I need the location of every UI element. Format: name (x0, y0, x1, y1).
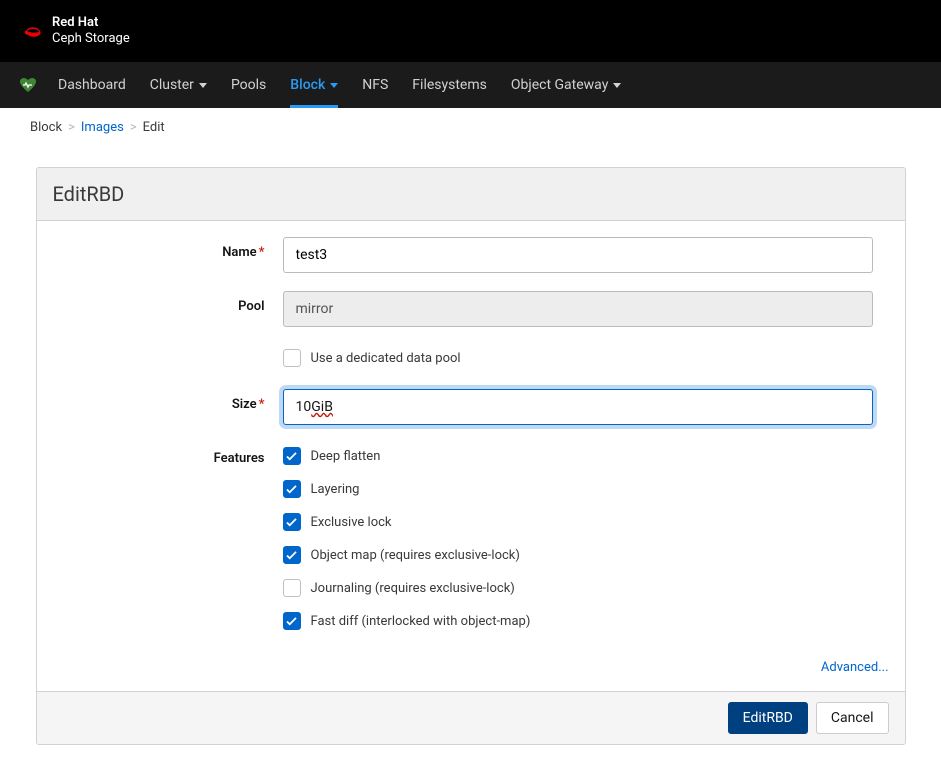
feature-checkbox-5[interactable] (283, 612, 301, 630)
size-label: Size* (53, 389, 283, 412)
pool-label: Pool (53, 291, 283, 314)
nav-item-block[interactable]: Block (278, 62, 350, 108)
size-input[interactable]: 10 GiB (283, 389, 873, 425)
brand-text: Red Hat Ceph Storage (52, 15, 130, 46)
feature-checkbox-4[interactable] (283, 579, 301, 597)
breadcrumb-edit: Edit (143, 120, 165, 135)
panel-title: EditRBD (37, 168, 905, 221)
feature-checkbox-1[interactable] (283, 480, 301, 498)
feature-checkbox-2[interactable] (283, 513, 301, 531)
edit-rbd-panel: EditRBD Name* Pool (36, 167, 906, 745)
nav-item-nfs[interactable]: NFS (350, 62, 400, 108)
main-nav: Dashboard Cluster Pools Block NFS Filesystems… (0, 62, 941, 108)
nav-label: NFS (362, 77, 388, 93)
feature-checkbox-0[interactable] (283, 447, 301, 465)
dedicated-pool-label[interactable]: Use a dedicated data pool (311, 351, 461, 366)
nav-item-cluster[interactable]: Cluster (138, 62, 219, 108)
chevron-down-icon (613, 83, 621, 88)
feature-label-5[interactable]: Fast diff (interlocked with object-map) (311, 614, 531, 629)
panel-body: Name* Pool (37, 221, 905, 691)
feature-label-3[interactable]: Object map (requires exclusive-lock) (311, 548, 520, 563)
nav-label: Block (290, 77, 325, 93)
nav-item-pools[interactable]: Pools (219, 62, 278, 108)
feature-label-4[interactable]: Journaling (requires exclusive-lock) (311, 581, 515, 596)
chevron-down-icon (330, 83, 338, 88)
nav-label: Filesystems (412, 77, 487, 93)
features-label: Features (53, 443, 283, 466)
name-input[interactable] (283, 237, 873, 273)
redhat-icon (24, 24, 44, 38)
brand-logo[interactable]: Red Hat Ceph Storage (24, 15, 130, 46)
pool-input (283, 291, 873, 327)
advanced-link[interactable]: Advanced... (821, 660, 889, 675)
health-icon[interactable] (20, 78, 36, 92)
cancel-button[interactable]: Cancel (816, 702, 889, 734)
feature-label-2[interactable]: Exclusive lock (311, 515, 392, 530)
nav-label: Cluster (150, 77, 194, 93)
nav-item-filesystems[interactable]: Filesystems (400, 62, 499, 108)
breadcrumb-block: Block (30, 120, 62, 135)
dedicated-pool-checkbox[interactable] (283, 349, 301, 367)
nav-item-object-gateway[interactable]: Object Gateway (499, 62, 633, 108)
chevron-down-icon (199, 83, 207, 88)
breadcrumb: Block>Images>Edit (0, 108, 941, 147)
feature-checkbox-3[interactable] (283, 546, 301, 564)
feature-label-0[interactable]: Deep flatten (311, 449, 381, 464)
nav-label: Pools (231, 77, 266, 93)
name-label: Name* (53, 237, 283, 260)
nav-label: Object Gateway (511, 77, 608, 93)
breadcrumb-separator: > (62, 120, 81, 135)
breadcrumb-images[interactable]: Images (81, 120, 124, 135)
panel-footer: EditRBD Cancel (37, 691, 905, 744)
nav-label: Dashboard (58, 77, 126, 93)
submit-button[interactable]: EditRBD (728, 702, 808, 734)
nav-item-dashboard[interactable]: Dashboard (46, 62, 138, 108)
breadcrumb-separator: > (124, 120, 143, 135)
brand-header: Red Hat Ceph Storage (0, 0, 941, 62)
feature-label-1[interactable]: Layering (311, 482, 360, 497)
